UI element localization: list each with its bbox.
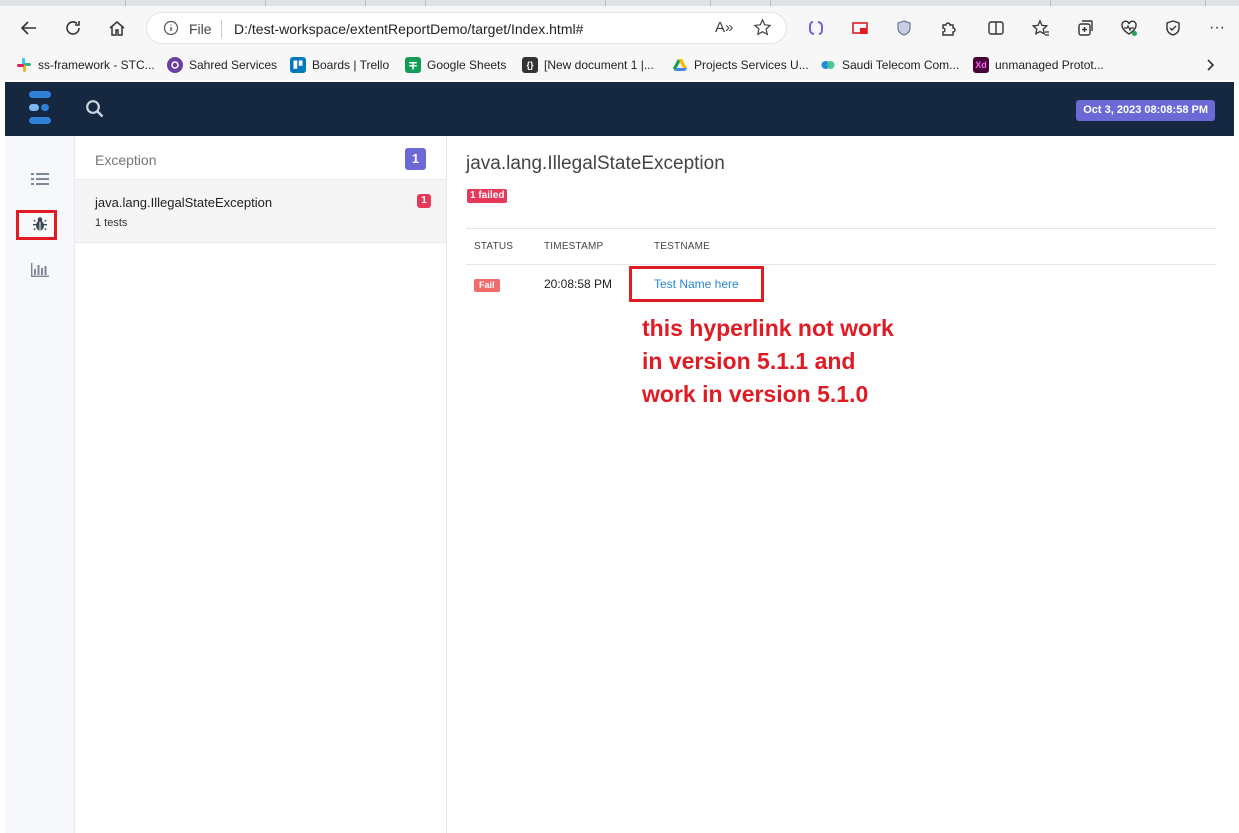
sheets-icon xyxy=(405,57,421,73)
exception-failed-badge: 1 xyxy=(417,194,431,208)
exception-name: java.lang.IllegalStateException xyxy=(95,195,273,210)
bookmark-google-sheets[interactable]: Google Sheets xyxy=(405,55,506,75)
collections-icon xyxy=(1078,20,1093,36)
timestamp-cell: 20:08:58 PM xyxy=(544,277,613,291)
exceptions-highlight-box xyxy=(16,210,57,240)
bookmark-saudi-telecom[interactable]: Saudi Telecom Com... xyxy=(820,55,959,75)
browser-toolbar: File D:/test-workspace/extentReportDemo/… xyxy=(0,6,1239,50)
xd-icon: Xd xyxy=(973,57,989,73)
table-divider xyxy=(466,264,1216,265)
exception-test-count: 1 tests xyxy=(95,217,128,229)
status-fail-tag: Fail xyxy=(474,279,500,292)
list-icon xyxy=(31,173,49,185)
exception-list-panel: Exception 1 java.lang.IllegalStateExcept… xyxy=(75,136,447,833)
bookmark-label: unmanaged Protot... xyxy=(995,58,1104,72)
trello-icon xyxy=(290,57,306,73)
url-text[interactable]: D:/test-workspace/extentReportDemo/targe… xyxy=(234,21,583,37)
annotation-line: work in version 5.1.0 xyxy=(642,381,869,407)
link-highlight-box xyxy=(629,266,764,302)
performance-button[interactable] xyxy=(1159,14,1187,42)
table-divider xyxy=(466,228,1216,229)
browser-essentials-button[interactable] xyxy=(1115,14,1143,42)
bar-chart-icon xyxy=(31,263,49,277)
bookmark-label: [New document 1 |... xyxy=(544,58,654,72)
address-bar[interactable]: File D:/test-workspace/extentReportDemo/… xyxy=(146,12,787,44)
extension-shield-button[interactable] xyxy=(890,14,918,42)
braces-icon: {} xyxy=(522,57,538,73)
bookmark-label: ss-framework - STC... xyxy=(38,58,155,72)
nav-tests-button[interactable] xyxy=(5,172,75,186)
favorites-button[interactable] xyxy=(1027,14,1055,42)
shared-services-icon xyxy=(167,57,183,73)
slack-icon xyxy=(16,57,32,73)
status-badge: 1 failed xyxy=(467,189,508,203)
drive-icon xyxy=(672,57,688,73)
refresh-icon xyxy=(66,21,80,35)
bookmark-label: Google Sheets xyxy=(427,58,507,72)
annotation-note: this hyperlink not work in version 5.1.1… xyxy=(642,312,942,411)
collections-button[interactable] xyxy=(1071,14,1099,42)
column-header-timestamp: TIMESTAMP xyxy=(544,241,604,252)
favorites-icon xyxy=(1032,19,1049,36)
exception-detail-panel: java.lang.IllegalStateException 1 failed… xyxy=(447,136,1239,833)
address-separator xyxy=(221,20,222,38)
webex-icon xyxy=(820,57,836,73)
bookmarks-bar: ss-framework - STC... Sahred Services Bo… xyxy=(0,50,1239,80)
info-icon[interactable] xyxy=(163,20,179,41)
nav-dashboard-button[interactable] xyxy=(5,263,75,277)
split-screen-button[interactable] xyxy=(982,14,1010,42)
chevron-right-icon xyxy=(1207,59,1215,71)
bookmark-new-document[interactable]: {} [New document 1 |... xyxy=(522,55,654,75)
report-navbar: Oct 3, 2023 08:08:58 PM xyxy=(5,82,1234,136)
bookmark-label: Projects Services U... xyxy=(694,58,809,72)
bookmark-unmanaged-prototype[interactable]: Xd unmanaged Protot... xyxy=(973,55,1104,75)
bookmark-label: Sahred Services xyxy=(189,58,278,72)
back-button[interactable] xyxy=(15,14,43,42)
arrow-left-icon xyxy=(20,21,36,35)
extension-cast-button[interactable] xyxy=(846,14,874,42)
favorite-star-icon[interactable] xyxy=(753,18,772,42)
bookmarks-overflow-button[interactable] xyxy=(1204,55,1216,75)
extensions-button[interactable] xyxy=(934,14,962,42)
left-nav-rail xyxy=(5,136,75,833)
list-header: Exception 1 xyxy=(75,136,446,180)
column-header-testname: TESTNAME xyxy=(654,241,711,252)
column-header-status: STATUS xyxy=(474,241,514,252)
bookmark-projects-services[interactable]: Projects Services U... xyxy=(672,55,809,75)
refresh-button[interactable] xyxy=(59,14,87,42)
list-title: Exception xyxy=(95,152,157,168)
split-screen-icon xyxy=(988,21,1004,35)
shield-icon xyxy=(897,20,911,36)
list-item[interactable]: java.lang.IllegalStateException 1 tests … xyxy=(75,180,446,243)
bookmark-label: Saudi Telecom Com... xyxy=(842,58,960,72)
settings-menu-button[interactable]: ··· xyxy=(1203,14,1231,42)
protocol-label: File xyxy=(189,21,212,37)
bookmark-label: Boards | Trello xyxy=(312,58,390,72)
bookmark-trello[interactable]: Boards | Trello xyxy=(290,55,389,75)
annotation-line: in version 5.1.1 and xyxy=(642,348,856,374)
report-date-badge: Oct 3, 2023 08:08:58 PM xyxy=(1076,100,1215,121)
bookmark-sahred-services[interactable]: Sahred Services xyxy=(167,55,277,75)
search-icon[interactable] xyxy=(85,99,105,124)
home-icon xyxy=(109,21,125,36)
bookmark-ss-framework[interactable]: ss-framework - STC... xyxy=(16,55,155,75)
annotation-line: this hyperlink not work xyxy=(642,315,894,341)
home-button[interactable] xyxy=(103,14,131,42)
copilot-icon xyxy=(809,21,823,35)
read-aloud-icon[interactable]: A» xyxy=(715,19,733,36)
page-title: java.lang.IllegalStateException xyxy=(466,153,725,174)
list-count-badge: 1 xyxy=(405,148,426,170)
cast-icon xyxy=(852,22,868,34)
extent-logo-icon xyxy=(29,91,51,124)
puzzle-icon xyxy=(942,22,956,36)
performance-icon xyxy=(1166,20,1180,36)
heart-pulse-icon xyxy=(1121,20,1137,36)
extension-copilot-button[interactable] xyxy=(802,14,830,42)
